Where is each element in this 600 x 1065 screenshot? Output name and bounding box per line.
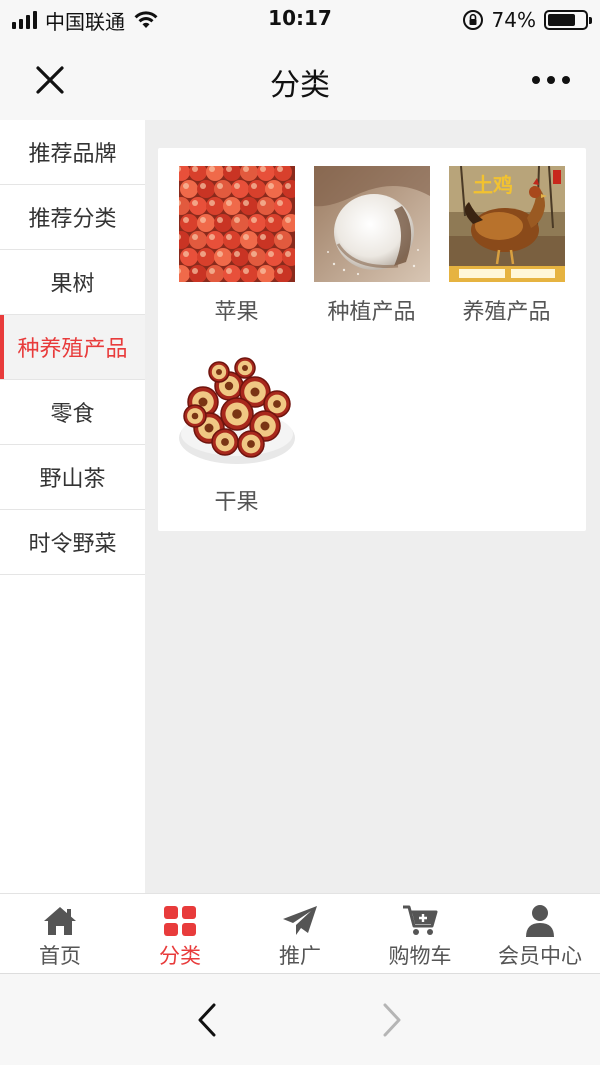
rotation-lock-icon (462, 10, 483, 30)
battery-icon (544, 10, 592, 30)
status-right: 74% (462, 0, 592, 40)
sidebar-item-label: 零食 (50, 402, 95, 427)
product-label: 苹果 (214, 300, 259, 325)
content-area: 苹果 种植产品 土鸡 养殖产品 干果 (145, 120, 600, 893)
chicken-photo: 土鸡 (448, 166, 565, 282)
tab-member-center[interactable]: 会员中心 (480, 894, 600, 973)
battery-fill (548, 14, 575, 26)
sidebar-item-farming-products[interactable]: 种养殖产品 (0, 315, 145, 380)
sidebar-item-fruit-trees[interactable]: 果树 (0, 250, 145, 315)
back-button[interactable] (185, 998, 229, 1042)
more-dot (562, 76, 570, 84)
nav-bar: 分类 (0, 40, 600, 120)
signal-icon (12, 11, 37, 29)
tab-promote[interactable]: 推广 (240, 894, 360, 973)
carrier-name: 中国联通 (45, 9, 125, 34)
sidebar-item-label: 种养殖产品 (17, 337, 128, 362)
product-label: 种植产品 (327, 300, 416, 325)
category-sidebar: 推荐品牌 推荐分类 果树 种养殖产品 零食 野山茶 时令野菜 (0, 120, 145, 893)
sidebar-item-label: 时令野菜 (28, 532, 117, 557)
sidebar-item-label: 推荐品牌 (28, 142, 117, 167)
chicken-banner-text: 土鸡 (473, 173, 513, 197)
subcategory-card: 苹果 种植产品 土鸡 养殖产品 干果 (158, 148, 586, 531)
rice-sack-photo (313, 166, 430, 282)
more-dot (547, 76, 555, 84)
forward-button[interactable] (370, 998, 414, 1042)
bottom-tab-bar: 首页 分类 推广 购物车 会员中心 (0, 893, 600, 973)
product-dried-fruit[interactable]: 干果 (169, 356, 304, 516)
tab-label: 推广 (279, 944, 321, 968)
tab-label: 首页 (39, 944, 81, 968)
chevron-left-icon (198, 1003, 216, 1037)
product-planting[interactable]: 种植产品 (304, 166, 439, 326)
tab-category[interactable]: 分类 (120, 894, 240, 973)
product-livestock[interactable]: 土鸡 养殖产品 (439, 166, 574, 326)
more-dots-icon (532, 76, 540, 84)
sidebar-item-recommended-brands[interactable]: 推荐品牌 (0, 120, 145, 185)
user-icon (525, 904, 555, 938)
sidebar-item-label: 野山茶 (39, 467, 106, 492)
tab-label: 购物车 (388, 944, 452, 968)
tab-cart[interactable]: 购物车 (360, 894, 480, 973)
cart-icon (401, 904, 439, 938)
paper-plane-icon (281, 904, 319, 938)
sidebar-item-label: 推荐分类 (28, 207, 117, 232)
sidebar-item-label: 果树 (50, 272, 95, 297)
status-left: 中国联通 (12, 0, 159, 40)
product-apples[interactable]: 苹果 (169, 166, 304, 326)
tab-label: 分类 (159, 944, 201, 968)
apples-photo (178, 166, 295, 282)
home-icon (42, 904, 78, 938)
tab-label: 会员中心 (498, 944, 582, 968)
sidebar-item-snacks[interactable]: 零食 (0, 380, 145, 445)
sidebar-item-recommended-categories[interactable]: 推荐分类 (0, 185, 145, 250)
battery-percent: 74% (491, 8, 536, 32)
product-label: 干果 (214, 490, 259, 515)
status-bar: 中国联通 10:17 74% (0, 0, 600, 40)
grid-icon (163, 904, 197, 938)
chevron-right-icon (383, 1003, 401, 1037)
browser-toolbar (0, 973, 600, 1065)
wifi-icon (134, 11, 158, 28)
page-title: 分类 (270, 68, 330, 103)
dried-jujube-photo (178, 356, 295, 472)
product-label: 养殖产品 (462, 300, 551, 325)
sidebar-item-wild-tea[interactable]: 野山茶 (0, 445, 145, 510)
tab-home[interactable]: 首页 (0, 894, 120, 973)
more-button[interactable] (526, 62, 576, 98)
sidebar-item-seasonal-vegetables[interactable]: 时令野菜 (0, 510, 145, 575)
